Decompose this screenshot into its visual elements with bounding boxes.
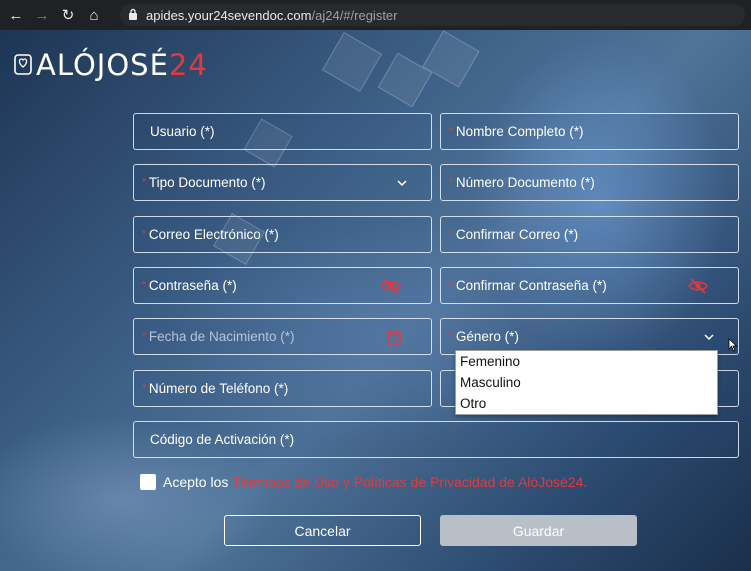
required-mark: * — [142, 383, 146, 394]
required-mark: * — [142, 177, 146, 188]
logo-text: ALÓJOSÉ — [36, 48, 169, 82]
required-mark: * — [142, 331, 146, 342]
required-mark: * — [142, 280, 146, 291]
address-bar[interactable]: apides.your24sevendoc.com/aj24/#/registe… — [120, 4, 745, 26]
numero-documento-field[interactable]: * Número Documento (*) — [440, 164, 739, 201]
required-mark: * — [142, 229, 146, 240]
required-mark: * — [449, 229, 453, 240]
confirmar-correo-field[interactable]: * Confirmar Correo (*) — [440, 216, 739, 253]
lock-icon — [128, 8, 138, 23]
fecha-nacimiento-field[interactable]: * Fecha de Nacimiento (*) — [133, 318, 432, 355]
calendar-icon[interactable] — [387, 329, 401, 345]
confirmar-contrasena-label: Confirmar Contraseña (*) — [455, 278, 607, 293]
genero-dropdown-list: Femenino Masculino Otro — [455, 350, 718, 415]
terms-consent: Acepto los Términos de Uso y Políticas d… — [140, 474, 587, 490]
terms-checkbox[interactable] — [140, 474, 156, 490]
consent-text: Acepto los — [163, 474, 229, 490]
nombre-completo-field[interactable]: * Nombre Completo (*) — [440, 113, 739, 150]
register-page: ALÓJOSÉ 24 Usuario (*) * Nombre Completo … — [0, 30, 751, 571]
codigo-activacion-field[interactable]: Código de Activación (*) — [133, 421, 739, 458]
url-host: apides.your24sevendoc.com — [146, 7, 312, 23]
required-mark: * — [449, 126, 453, 137]
browser-toolbar: ← → ↻ ⌂ apides.your24sevendoc.com/aj24/#… — [0, 0, 751, 30]
usuario-label: Usuario (*) — [150, 124, 215, 139]
correo-label: Correo Electrónico (*) — [148, 227, 279, 242]
required-mark: * — [449, 177, 453, 188]
cancel-button[interactable]: Cancelar — [224, 515, 421, 546]
genero-label: Género (*) — [455, 329, 519, 344]
contrasena-field[interactable]: * Contraseña (*) — [133, 267, 432, 304]
chevron-down-icon — [397, 180, 407, 187]
genero-option-femenino[interactable]: Femenino — [456, 351, 717, 372]
usuario-field[interactable]: Usuario (*) — [133, 113, 432, 150]
eye-off-icon[interactable] — [688, 277, 708, 295]
decorative-hexagon — [321, 31, 383, 93]
decorative-hexagon — [422, 30, 480, 88]
logo-heart-icon — [14, 54, 32, 75]
tipo-documento-label: Tipo Documento (*) — [148, 175, 266, 190]
brand-logo: ALÓJOSÉ 24 — [14, 48, 208, 82]
correo-field[interactable]: * Correo Electrónico (*) — [133, 216, 432, 253]
save-button[interactable]: Guardar — [440, 515, 637, 546]
numero-documento-label: Número Documento (*) — [455, 175, 595, 190]
forward-arrow-icon[interactable]: → — [32, 5, 52, 25]
contrasena-label: Contraseña (*) — [148, 278, 237, 293]
confirmar-contrasena-field[interactable]: * Confirmar Contraseña (*) — [440, 267, 739, 304]
nombre-completo-label: Nombre Completo (*) — [455, 124, 584, 139]
confirmar-correo-label: Confirmar Correo (*) — [455, 227, 579, 242]
required-mark: * — [449, 280, 453, 291]
telefono-label: Número de Teléfono (*) — [148, 381, 289, 396]
chevron-down-icon — [704, 334, 714, 341]
url-path: /aj24/#/register — [311, 7, 398, 23]
eye-off-icon[interactable] — [381, 277, 401, 295]
telefono-field[interactable]: * Número de Teléfono (*) — [133, 370, 432, 407]
mouse-cursor-icon — [728, 338, 738, 352]
genero-option-otro[interactable]: Otro — [456, 393, 717, 414]
terms-link[interactable]: Términos de Uso y Políticas de Privacida… — [232, 474, 587, 490]
reload-icon[interactable]: ↻ — [58, 5, 78, 25]
fecha-nacimiento-placeholder: Fecha de Nacimiento (*) — [148, 329, 295, 344]
home-icon[interactable]: ⌂ — [84, 5, 104, 25]
genero-option-masculino[interactable]: Masculino — [456, 372, 717, 393]
logo-number: 24 — [168, 48, 208, 82]
codigo-activacion-label: Código de Activación (*) — [150, 432, 295, 447]
back-arrow-icon[interactable]: ← — [6, 5, 26, 25]
tipo-documento-select[interactable]: * Tipo Documento (*) — [133, 164, 432, 201]
required-mark: * — [449, 331, 453, 342]
